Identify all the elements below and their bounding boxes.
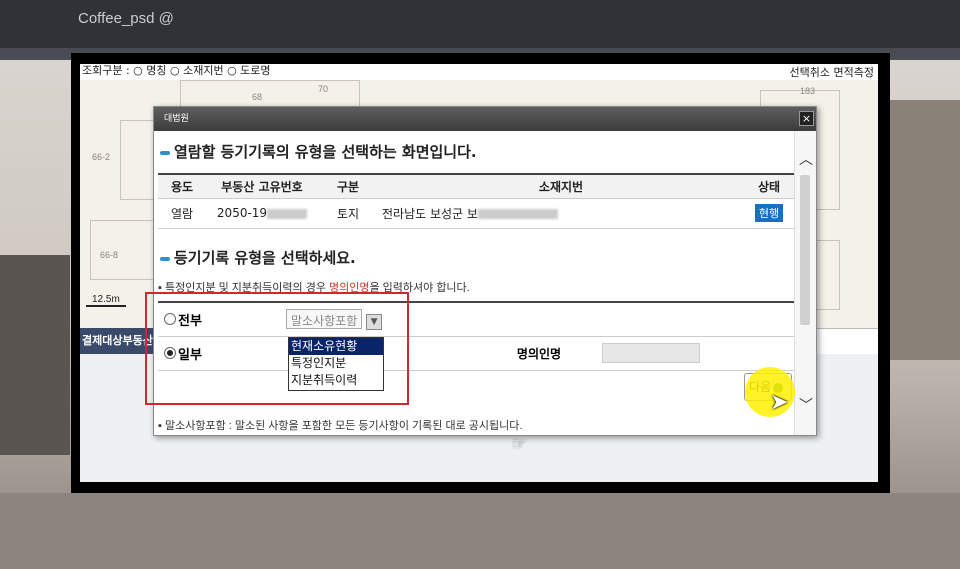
close-icon[interactable]: ×	[799, 111, 814, 126]
chevron-down-icon[interactable]: ﹀	[799, 395, 813, 415]
hand-cursor-icon: ☞	[512, 434, 527, 453]
cell-address: 전라남도 보성군 보	[378, 198, 744, 229]
status-badge: 현행	[754, 204, 784, 222]
background-desk	[0, 493, 960, 569]
redacted	[477, 209, 558, 219]
dialog-scrollbar[interactable]: ︿ ﹀	[794, 131, 816, 435]
note-cancelled: ▪ 말소사항포함 : 말소된 사항을 포함한 모든 등기사항이 기록된 대로 공…	[158, 420, 523, 432]
col-use: 용도	[158, 173, 206, 199]
lot-number: 70	[318, 84, 329, 94]
highlight-box	[145, 292, 409, 405]
owner-name-input[interactable]	[602, 343, 700, 363]
col-status: 상태	[744, 173, 794, 199]
map-tools[interactable]: 선택취소 면적측정	[790, 64, 874, 80]
background-photo	[0, 255, 70, 455]
bullet-icon	[160, 150, 170, 155]
dialog-heading-2: 등기기록 유형을 선택하세요.	[160, 247, 356, 268]
lot-number: 66-8	[100, 250, 119, 260]
owner-input-cell	[602, 336, 794, 371]
scroll-thumb[interactable]	[800, 175, 810, 325]
map-scale: 12.5m	[86, 294, 126, 307]
table-header-row: 용도 부동산 고유번호 구분 소재지번 상태	[158, 173, 794, 199]
background-tab-title: Coffee_psd @	[78, 10, 174, 27]
lot-number: 183	[800, 86, 816, 96]
property-table: 용도 부동산 고유번호 구분 소재지번 상태 열람 2050-19 토지 전라남…	[158, 173, 794, 229]
screen: 조회구분 : ○ 명칭 ○ 소재지번 ○ 도로명 선택취소 면적측정 68 70…	[80, 64, 878, 482]
cell-use: 열람	[158, 198, 206, 229]
redacted	[267, 208, 308, 219]
chevron-up-icon[interactable]: ︿	[799, 149, 813, 169]
lot-number: 68	[252, 92, 263, 102]
bullet-icon	[160, 256, 170, 261]
cell-id: 2050-19	[206, 198, 318, 229]
cell-type: 토지	[318, 198, 378, 229]
background-photo	[890, 100, 960, 360]
dialog-titlebar: 대법원 ×	[154, 107, 816, 131]
col-address: 소재지번	[378, 173, 744, 199]
lot-number: 66-2	[92, 152, 111, 162]
col-id: 부동산 고유번호	[206, 173, 318, 199]
payment-label: 결제대상부동산	[80, 328, 154, 354]
map-search-options[interactable]: 조회구분 : ○ 명칭 ○ 소재지번 ○ 도로명	[80, 64, 878, 80]
dialog-heading-1: 열람할 등기기록의 유형을 선택하는 화면입니다.	[160, 141, 477, 162]
court-logo: 대법원	[164, 114, 189, 124]
cell-status: 현행	[744, 198, 794, 229]
owner-label-cell: 명의인명	[476, 336, 602, 371]
table-row: 열람 2050-19 토지 전라남도 보성군 보 현행	[158, 198, 794, 229]
mouse-cursor-icon: ➤	[770, 390, 789, 415]
col-type: 구분	[318, 173, 378, 199]
